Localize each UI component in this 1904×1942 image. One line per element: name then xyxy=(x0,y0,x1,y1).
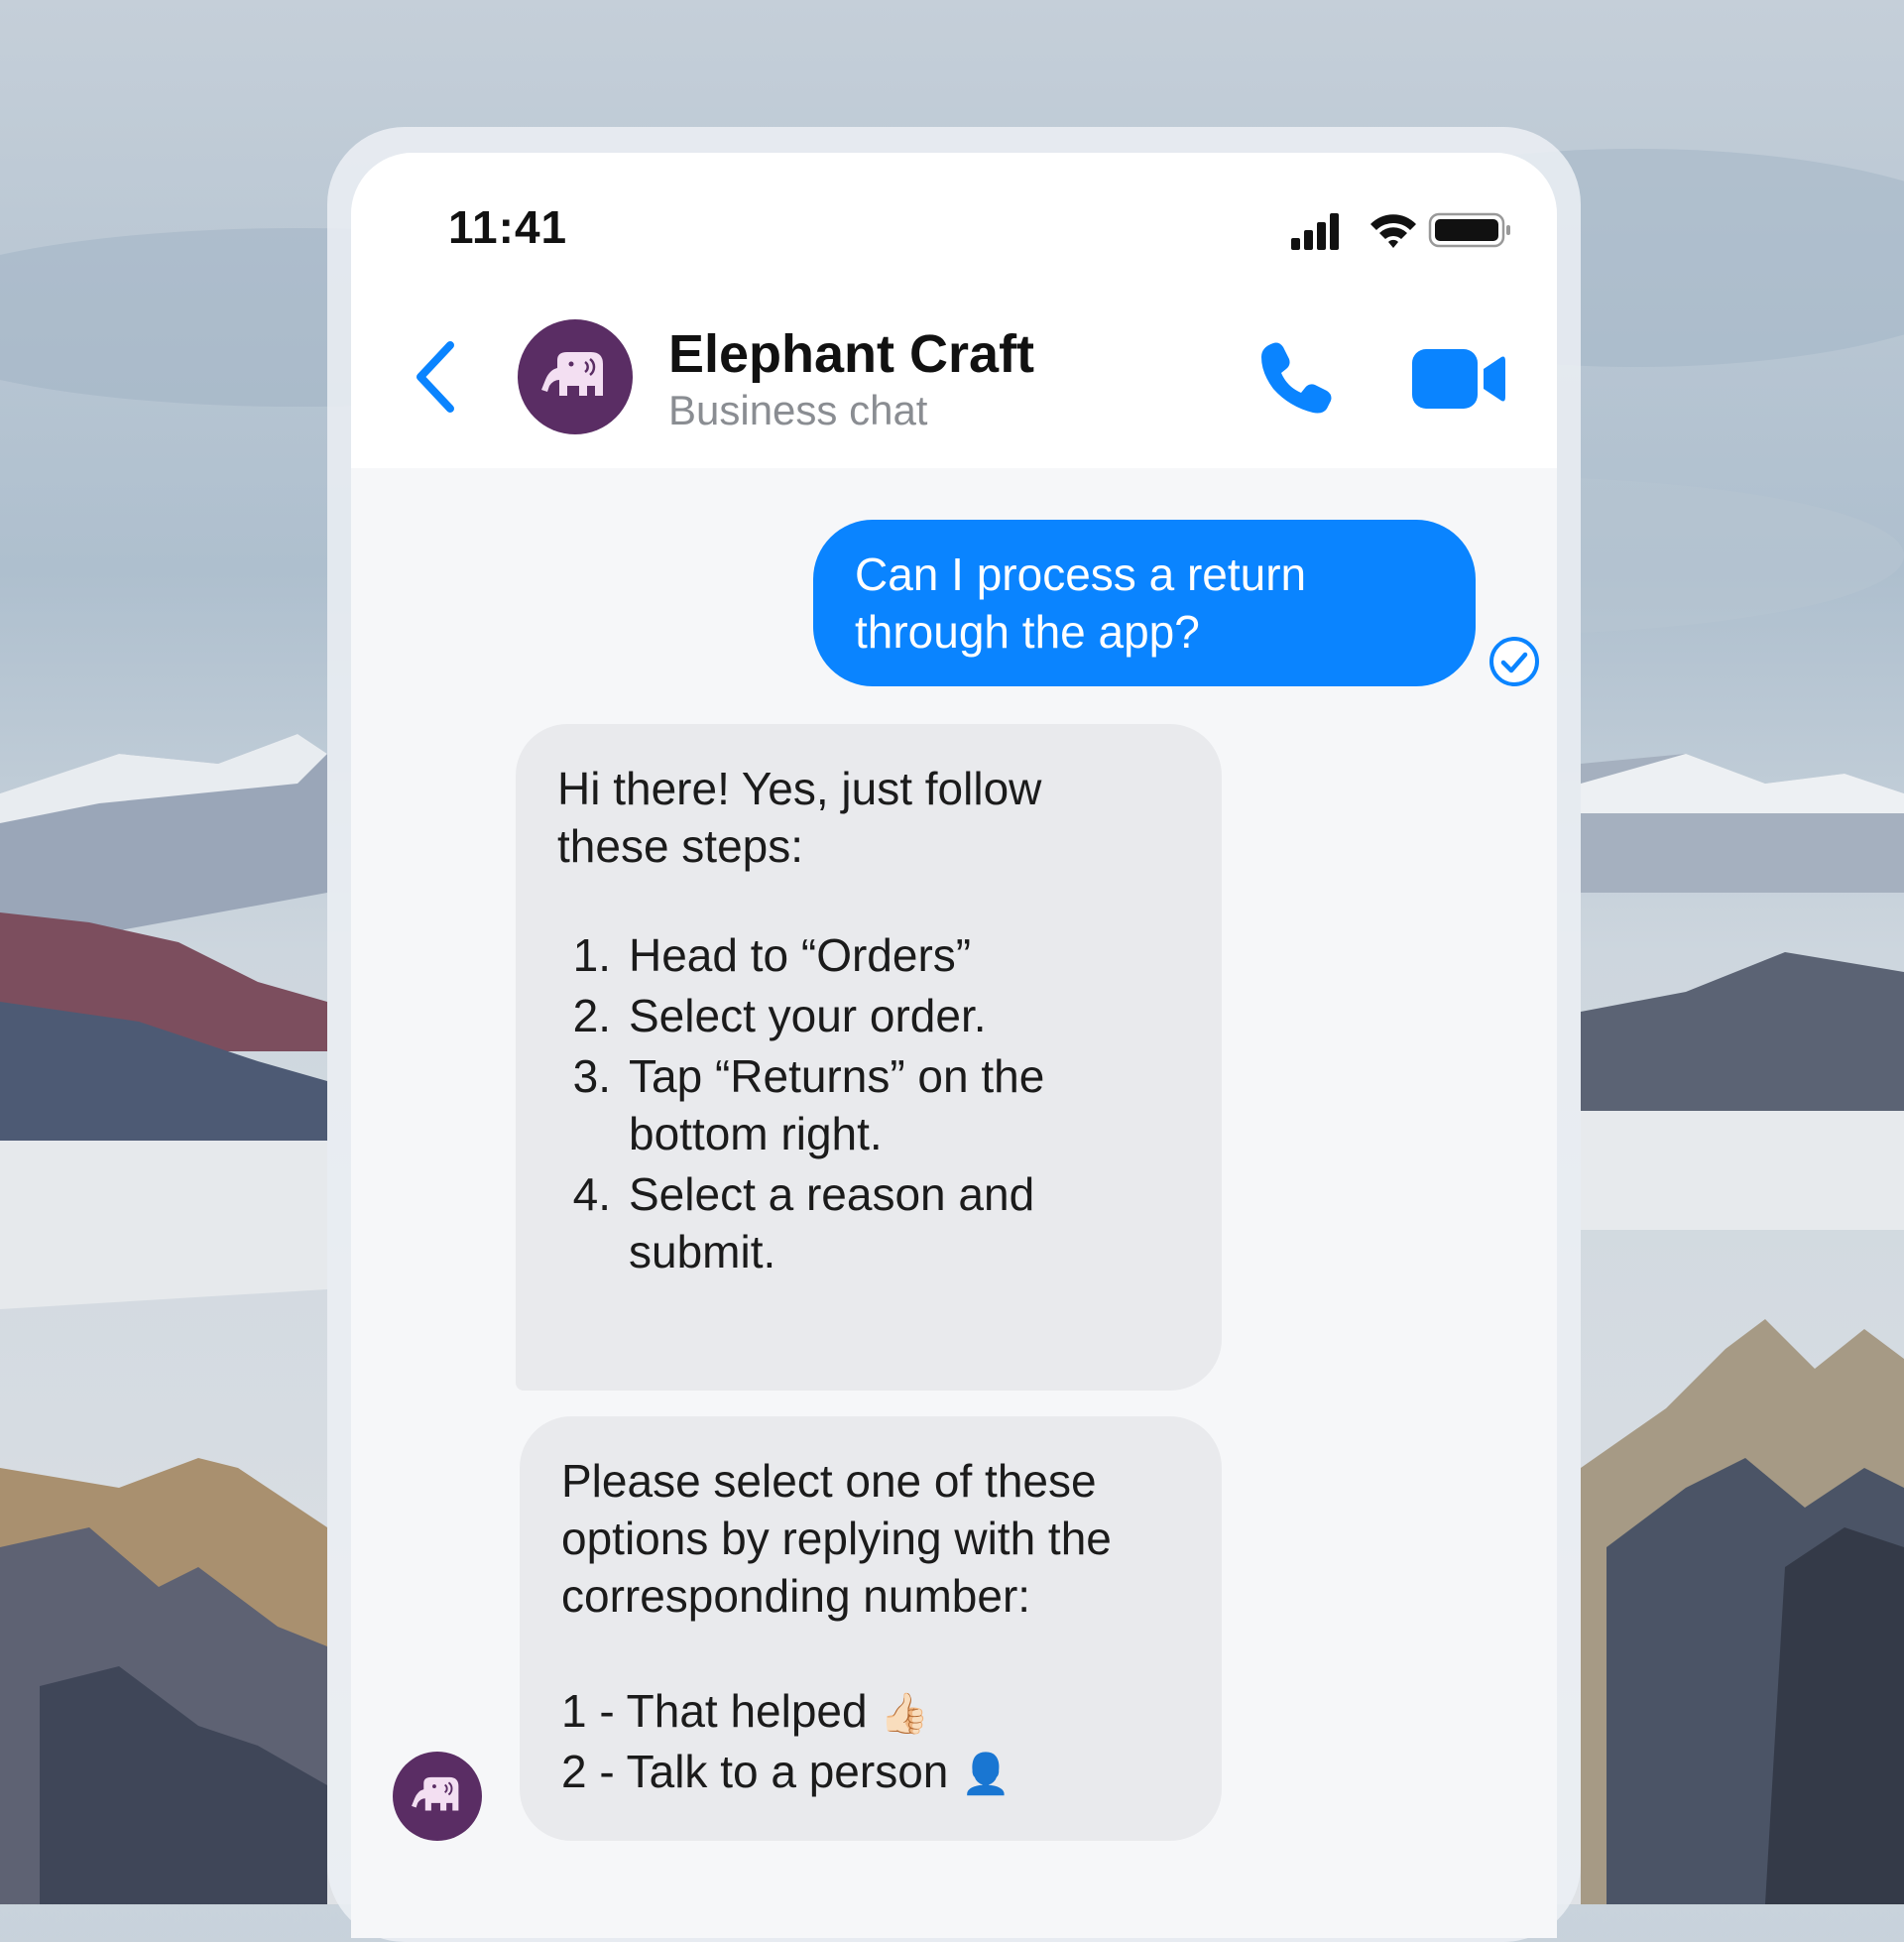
option-text: 2 - Talk to a person xyxy=(561,1746,949,1797)
wifi-icon xyxy=(1370,214,1416,248)
message-text-line: Can I process a return xyxy=(855,548,1307,600)
outgoing-message-bubble[interactable]: Can I process a return through the app? xyxy=(813,520,1476,686)
elephant-icon xyxy=(412,1776,459,1811)
step-number: 2. xyxy=(572,990,611,1041)
list-item: 2. Select your order. xyxy=(557,987,1180,1044)
chat-header: 11:41 Elephant Craft Business chat xyxy=(351,153,1557,468)
incoming-message-bubble[interactable]: Please select one of these options by re… xyxy=(520,1416,1222,1841)
message-text-line: these steps: xyxy=(557,820,804,872)
list-item: 3. Tap “Returns” on the bottom right. xyxy=(557,1047,1180,1162)
step-text: Head to “Orders” xyxy=(629,929,972,981)
contact-avatar[interactable] xyxy=(518,319,633,434)
step-number: 3. xyxy=(572,1050,611,1102)
cellular-signal-icon xyxy=(1291,213,1339,250)
back-chevron-icon[interactable] xyxy=(411,337,470,417)
message-text-line: Hi there! Yes, just follow xyxy=(557,763,1042,814)
step-number: 4. xyxy=(572,1168,611,1220)
message-text-line: corresponding number: xyxy=(561,1570,1031,1622)
step-number: 1. xyxy=(572,929,611,981)
status-time: 11:41 xyxy=(448,201,568,253)
message-text-line: Please select one of these xyxy=(561,1455,1097,1507)
option-that-helped: 1 - That helped 👍🏻 xyxy=(561,1682,1180,1743)
elephant-icon xyxy=(541,352,603,396)
sender-avatar[interactable] xyxy=(393,1752,482,1841)
option-text: 1 - That helped xyxy=(561,1685,868,1737)
step-text: Tap “Returns” on the bottom right. xyxy=(629,1050,1045,1159)
message-text-line: options by replying with the xyxy=(561,1513,1112,1564)
incoming-message-bubble[interactable]: Hi there! Yes, just follow these steps: … xyxy=(516,724,1222,1391)
return-steps-list: 1. Head to “Orders” 2. Select your order… xyxy=(557,926,1180,1280)
person-icon: 👤 xyxy=(961,1752,1011,1797)
contact-name[interactable]: Elephant Craft xyxy=(668,323,1034,385)
list-item: 1. Head to “Orders” xyxy=(557,926,1180,984)
battery-icon xyxy=(1428,212,1510,248)
status-icons xyxy=(1291,212,1510,250)
thumbs-up-icon: 👍🏻 xyxy=(880,1691,930,1737)
step-text: Select your order. xyxy=(629,990,987,1041)
message-text-line: through the app? xyxy=(855,606,1200,658)
list-item: 4. Select a reason and submit. xyxy=(557,1165,1180,1280)
read-check-icon xyxy=(1489,637,1539,686)
option-talk-to-person: 2 - Talk to a person 👤 xyxy=(561,1743,1180,1803)
contact-subtitle: Business chat xyxy=(668,387,928,433)
step-text: Select a reason and submit. xyxy=(629,1168,1035,1277)
video-call-icon[interactable] xyxy=(1412,347,1507,411)
chat-screen: 11:41 Elephant Craft Business chat Can I… xyxy=(351,153,1557,1938)
phone-call-icon[interactable] xyxy=(1255,337,1337,419)
